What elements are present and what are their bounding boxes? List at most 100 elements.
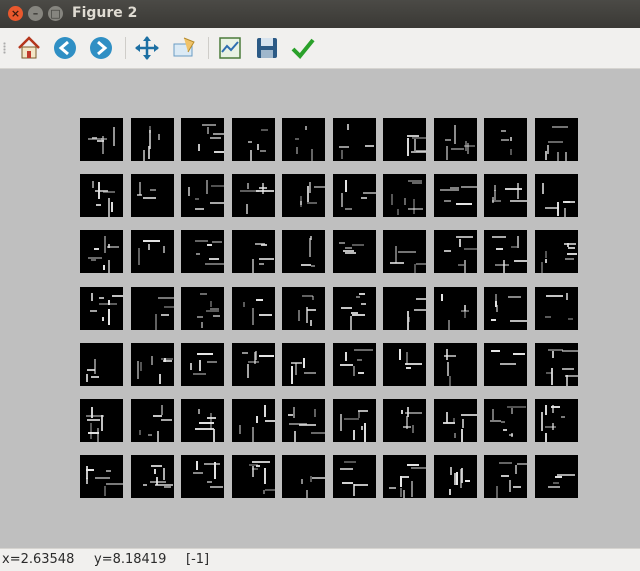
- feature-map-tile: [484, 399, 527, 442]
- feature-stroke: [164, 306, 174, 308]
- pan-button[interactable]: [133, 34, 161, 62]
- feature-stroke: [243, 302, 245, 307]
- feature-stroke: [465, 141, 467, 151]
- feature-stroke: [340, 468, 353, 470]
- pixel-value: [-1]: [186, 552, 210, 567]
- feature-map-tile: [434, 343, 477, 386]
- feature-stroke: [96, 204, 101, 206]
- feature-map-tile: [282, 399, 325, 442]
- subplots-button[interactable]: [216, 34, 244, 62]
- feature-stroke: [553, 482, 559, 484]
- feature-stroke: [159, 374, 161, 384]
- figure-canvas[interactable]: [0, 69, 640, 548]
- zoom-button[interactable]: [170, 34, 198, 62]
- feature-map-tile: [383, 230, 426, 273]
- feature-stroke: [411, 151, 426, 153]
- feature-map-tile: [434, 455, 477, 498]
- feature-stroke: [408, 317, 410, 322]
- feature-stroke: [411, 481, 413, 497]
- home-icon: [18, 36, 40, 59]
- feature-stroke: [206, 310, 219, 312]
- feature-stroke: [101, 415, 103, 431]
- feature-stroke: [413, 199, 415, 214]
- feature-stroke: [94, 359, 96, 374]
- feature-stroke: [545, 151, 547, 160]
- feature-map-tile: [333, 455, 376, 498]
- feature-stroke: [86, 466, 88, 479]
- feature-stroke: [195, 208, 204, 210]
- window-title: Figure 2: [72, 5, 138, 21]
- feature-map-tile: [434, 118, 477, 161]
- feature-stroke: [291, 362, 302, 364]
- maximize-window-button[interactable]: □: [48, 6, 63, 21]
- feature-map-tile: [181, 230, 224, 273]
- feature-stroke: [210, 486, 223, 488]
- feature-stroke: [91, 293, 93, 301]
- feature-stroke: [341, 150, 343, 159]
- feature-stroke: [104, 486, 106, 496]
- close-window-button[interactable]: ×: [8, 6, 23, 21]
- feature-stroke: [340, 414, 342, 431]
- feature-stroke: [143, 150, 145, 161]
- feature-stroke: [565, 258, 574, 260]
- feature-stroke: [344, 461, 356, 463]
- feature-map-tile: [282, 174, 325, 217]
- feature-stroke: [210, 413, 212, 430]
- feature-map-tile: [232, 455, 275, 498]
- feature-map-tile: [434, 287, 477, 330]
- feature-stroke: [545, 405, 547, 415]
- feature-stroke: [492, 197, 494, 203]
- feature-stroke: [247, 183, 249, 189]
- feature-stroke: [353, 366, 355, 376]
- feature-stroke: [143, 484, 147, 486]
- feature-map-tile: [232, 174, 275, 217]
- feature-stroke: [341, 307, 352, 309]
- feature-stroke: [511, 408, 513, 414]
- feature-map-tile: [383, 174, 426, 217]
- feature-stroke: [259, 355, 274, 357]
- feature-stroke: [566, 293, 568, 300]
- feature-map-tile: [131, 287, 174, 330]
- feature-stroke: [188, 187, 190, 196]
- feature-stroke: [352, 244, 364, 246]
- back-button[interactable]: [51, 34, 79, 62]
- feature-stroke: [461, 414, 477, 416]
- feature-stroke: [345, 247, 352, 249]
- feature-map-tile: [282, 230, 325, 273]
- feature-stroke: [546, 295, 563, 297]
- feature-map-tile: [80, 399, 123, 442]
- edit-parameters-button[interactable]: [289, 34, 317, 62]
- forward-button[interactable]: [87, 34, 115, 62]
- toolbar-grip[interactable]: [3, 42, 6, 54]
- feature-stroke: [210, 137, 221, 139]
- feature-stroke: [454, 433, 456, 438]
- feature-stroke: [252, 259, 254, 273]
- feature-stroke: [264, 405, 266, 417]
- feature-map-tile: [333, 230, 376, 273]
- feature-stroke: [414, 264, 416, 273]
- feature-stroke: [390, 262, 404, 264]
- save-button[interactable]: [253, 34, 281, 62]
- feature-stroke: [568, 247, 575, 249]
- feature-stroke: [207, 417, 216, 419]
- feature-stroke: [256, 299, 263, 301]
- feature-stroke: [565, 201, 575, 203]
- feature-stroke: [361, 426, 363, 430]
- feature-stroke: [112, 295, 123, 297]
- feature-stroke: [447, 362, 449, 376]
- feature-stroke: [255, 243, 265, 245]
- feature-map-tile: [232, 399, 275, 442]
- feature-stroke: [205, 263, 224, 265]
- feature-map-tile: [181, 343, 224, 386]
- feature-stroke: [104, 236, 106, 253]
- feature-map-tile: [282, 343, 325, 386]
- feature-map-tile: [282, 455, 325, 498]
- feature-stroke: [306, 490, 308, 498]
- home-button[interactable]: [15, 34, 43, 62]
- feature-stroke: [353, 484, 355, 496]
- minimize-window-button[interactable]: –: [28, 6, 43, 21]
- feature-stroke: [464, 260, 466, 273]
- feature-stroke: [91, 259, 96, 261]
- feature-map-tile: [282, 118, 325, 161]
- feature-stroke: [341, 193, 343, 207]
